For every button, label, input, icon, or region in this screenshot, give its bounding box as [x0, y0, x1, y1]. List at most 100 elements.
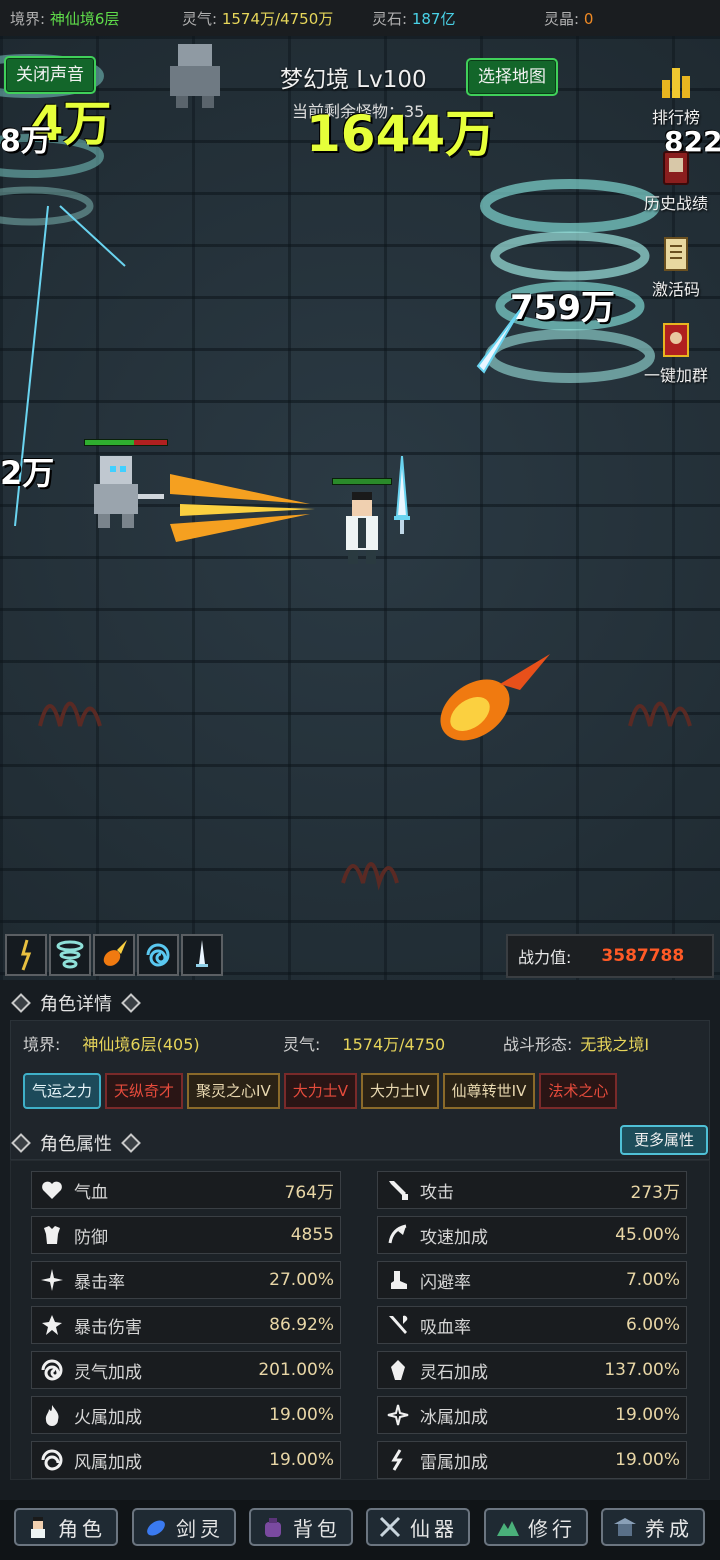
attribute-name: 灵石加成: [420, 1362, 488, 1383]
enemy-health-bar: [84, 439, 168, 446]
attribute-value: 201.00%: [258, 1360, 334, 1380]
nav-label: 剑灵: [176, 1516, 224, 1541]
attribute-value: 137.00%: [604, 1360, 680, 1380]
nav-label: 养成: [645, 1516, 693, 1541]
status-bar: 境界: 神仙境6层 灵气: 1574万/4750万 灵石: 187亿 灵晶: 0: [0, 0, 720, 36]
cultivator-player: [346, 492, 378, 564]
backpack-icon: [265, 1518, 281, 1537]
battle-form-label: 战斗形态:: [503, 1035, 573, 1054]
skill-slot[interactable]: [49, 934, 91, 976]
attribute-name: 灵气加成: [74, 1362, 142, 1383]
attribute-name: 攻速加成: [420, 1227, 488, 1248]
damage-number: 1644万: [306, 105, 496, 163]
ice-icon: [387, 1404, 409, 1426]
nav-cultivation-button[interactable]: 修行: [484, 1508, 588, 1546]
spirit-crystal-stat: 灵晶: 0: [544, 8, 593, 29]
battle-scene[interactable]: 关闭声音 选择地图 梦幻境 Lv100 当前剩余怪物：35 1644万 759万…: [0, 36, 720, 980]
armored-knight-enemy: [94, 456, 164, 528]
attribute-name: 火属加成: [74, 1407, 142, 1428]
heart-icon: [42, 1181, 62, 1199]
attribute-name: 攻击: [420, 1182, 454, 1203]
activation-code-button[interactable]: 激活码: [638, 234, 714, 300]
scroll-icon: [664, 237, 688, 271]
attribute-value: 7.00%: [625, 1270, 680, 1290]
crossed-swords-icon: [379, 1516, 401, 1538]
nav-nurture-button[interactable]: 养成: [601, 1508, 705, 1546]
realm-value: 神仙境6层(405): [82, 1035, 200, 1054]
mountain-icon: [497, 1521, 519, 1536]
character-attributes-header: 角色属性: [11, 1130, 150, 1156]
attribute-row: 攻速加成 45.00%: [377, 1216, 687, 1254]
talent-tag[interactable]: 大力士V: [283, 1073, 357, 1109]
attribute-row: 风属加成 19.00%: [31, 1441, 341, 1479]
attribute-value: 764万: [284, 1182, 334, 1203]
group-banner-icon: [663, 323, 689, 357]
attribute-row: 暴击率 27.00%: [31, 1261, 341, 1299]
attribute-row: 雷属加成 19.00%: [377, 1441, 687, 1479]
crystal-value: 0: [583, 10, 594, 28]
skill-slot[interactable]: [93, 934, 135, 976]
pavilion-icon: [614, 1518, 636, 1536]
nav-sword-spirit-button[interactable]: 剑灵: [132, 1508, 236, 1546]
nav-backpack-button[interactable]: 背包: [249, 1508, 353, 1546]
attribute-name: 雷属加成: [420, 1452, 488, 1473]
nav-label: 修行: [528, 1516, 576, 1541]
talent-tag[interactable]: 天纵奇才: [105, 1073, 184, 1109]
tornado-skill-icon: [56, 940, 84, 969]
sword-spirit-icon: [147, 1520, 165, 1536]
lifesteal-icon: [389, 1315, 408, 1334]
battle-history-button[interactable]: 历史战绩: [638, 148, 714, 214]
talent-tag[interactable]: 仙尊转世IV: [442, 1073, 536, 1109]
character-panel: 角色详情 境界: 神仙境6层(405) 灵气: 1574万/4750 战斗形态: 无我…: [0, 980, 720, 1500]
qi-label: 灵气:: [283, 1035, 321, 1054]
boot-icon: [391, 1271, 407, 1289]
attribute-row: 火属加成 19.00%: [31, 1396, 341, 1434]
damage-number: 2万: [0, 454, 55, 492]
battle-form-value: 无我之境I: [580, 1035, 650, 1054]
select-map-button[interactable]: 选择地图: [466, 58, 558, 96]
diamond-icon: [121, 993, 141, 1013]
attribute-name: 暴击伤害: [74, 1317, 142, 1338]
talent-tag[interactable]: 法术之心: [539, 1073, 618, 1109]
dead-plant-decoration: [628, 701, 692, 727]
spirit-stone-icon: [391, 1360, 405, 1380]
fire-slash-projectile: [170, 474, 315, 542]
armor-icon: [44, 1226, 60, 1244]
fire-icon: [45, 1405, 59, 1426]
activation-code-label: 激活码: [651, 280, 700, 299]
talent-tag[interactable]: 气运之力: [23, 1073, 102, 1109]
talent-tag[interactable]: 大力士IV: [360, 1073, 439, 1109]
nav-label: 仙器: [410, 1516, 458, 1541]
attributes-grid: 气血 764万 防御 4855 暴击率 27.00% 暴击伤害 86.92% 灵…: [10, 1160, 710, 1480]
skill-slot[interactable]: [181, 934, 223, 976]
attribute-row: 气血 764万: [31, 1171, 341, 1209]
talent-tag[interactable]: 聚灵之心IV: [187, 1073, 280, 1109]
battle-history-label: 历史战绩: [643, 194, 708, 213]
qi-value: 1574万/4750: [342, 1035, 446, 1054]
bottom-nav: 角色 剑灵 背包 仙器 修行 养成: [0, 1500, 720, 1560]
attribute-name: 吸血率: [420, 1317, 471, 1338]
combat-power-box: 战力值: 3587788: [506, 934, 714, 978]
attribute-row: 吸血率 6.00%: [377, 1306, 687, 1344]
skill-slot[interactable]: [5, 934, 47, 976]
attribute-row: 防御 4855: [31, 1216, 341, 1254]
attack-speed-icon: [388, 1224, 407, 1244]
skill-slot[interactable]: [137, 934, 179, 976]
nav-label: 角色: [58, 1516, 106, 1541]
ranking-button[interactable]: 排行榜: [638, 62, 714, 128]
qi-label: 灵气:: [182, 10, 218, 28]
attribute-value: 4855: [290, 1225, 334, 1245]
attribute-name: 气血: [74, 1182, 108, 1203]
more-attributes-button[interactable]: 更多属性: [619, 1125, 708, 1155]
attribute-value: 19.00%: [615, 1405, 680, 1425]
join-group-button[interactable]: 一键加群: [638, 320, 714, 386]
crystal-label: 灵晶:: [544, 10, 580, 28]
attribute-name: 暴击率: [74, 1272, 125, 1293]
nav-character-button[interactable]: 角色: [14, 1508, 118, 1546]
diamond-icon: [121, 1133, 141, 1153]
sword-icon: [389, 1181, 408, 1200]
battle-form-row: 战斗形态: 无我之境I: [503, 1031, 649, 1055]
fireball-projectile: [440, 654, 550, 741]
nav-immortal-artifact-button[interactable]: 仙器: [366, 1508, 470, 1546]
attribute-row: 冰属加成 19.00%: [377, 1396, 687, 1434]
